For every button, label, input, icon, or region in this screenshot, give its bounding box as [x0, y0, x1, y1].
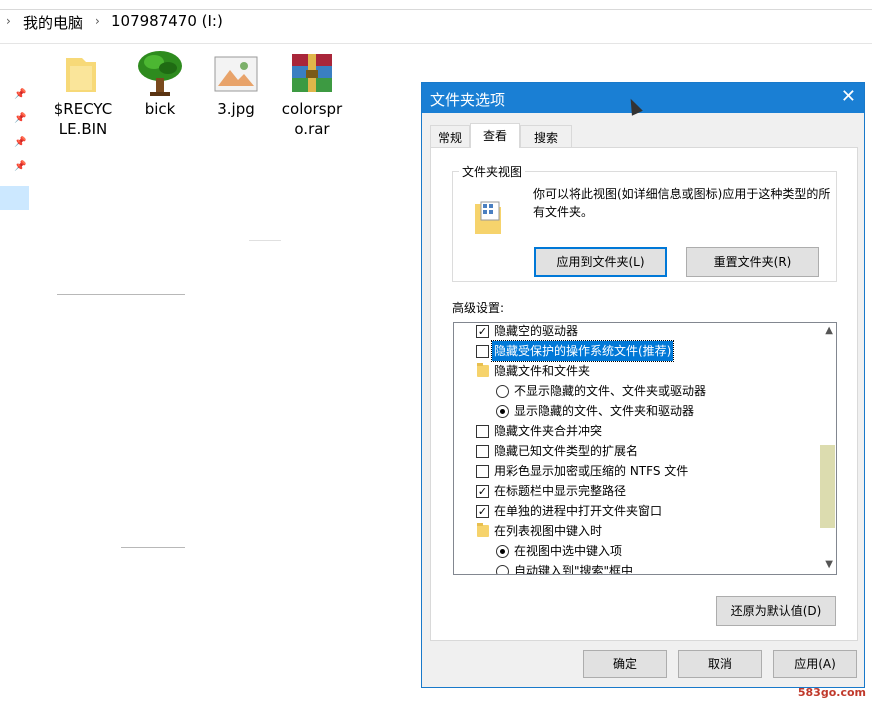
folder-options-dialog: 文件夹选项 ✕ 常规 查看 搜索 文件夹视图 你可以将此视图(如详细信息或图标)…: [421, 82, 865, 688]
list-item-label: 在视图中选中键入项: [514, 544, 623, 558]
checkbox-checked[interactable]: ✓: [476, 325, 489, 338]
list-item[interactable]: ✓ 在标题栏中显示完整路径: [454, 481, 820, 501]
folder-views-legend: 文件夹视图: [459, 163, 526, 180]
scrollbar[interactable]: ▲ ▼: [819, 323, 836, 574]
list-item-label: 隐藏空的驱动器: [494, 324, 579, 338]
nav-pane-selected-item[interactable]: [0, 186, 29, 210]
file-name: $RECYC LE.BIN: [53, 100, 113, 138]
separator-line: [57, 294, 185, 295]
breadcrumb-my-computer[interactable]: 我的电脑: [23, 12, 83, 33]
list-item-label: 用彩色显示加密或压缩的 NTFS 文件: [494, 464, 689, 478]
file-name: colorspr o.rar: [281, 100, 343, 138]
apply-button[interactable]: 应用(A): [773, 650, 857, 678]
file-name: bick: [144, 100, 176, 118]
radio-button[interactable]: [496, 565, 509, 574]
radio-button-selected[interactable]: [496, 545, 509, 558]
reset-folders-button[interactable]: 重置文件夹(R): [686, 247, 819, 277]
chevron-up-icon[interactable]: ▲: [825, 325, 833, 336]
breadcrumb-drive[interactable]: 107987470 (I:): [111, 12, 223, 30]
close-icon[interactable]: ✕: [841, 87, 856, 107]
tab-view[interactable]: 查看: [470, 123, 520, 148]
folder-views-group: 文件夹视图 你可以将此视图(如详细信息或图标)应用于这种类型的所有文件夹。 应用…: [452, 163, 837, 282]
checkbox-checked[interactable]: ✓: [476, 505, 489, 518]
separator-line: [121, 547, 185, 548]
list-item-label: 自动键入到"搜索"框中: [514, 564, 634, 575]
list-item[interactable]: 显示隐藏的文件、文件夹和驱动器: [454, 401, 820, 421]
tab-search[interactable]: 搜索: [520, 125, 572, 147]
window-top-edge: [0, 0, 872, 10]
pin-icon: 📌: [14, 161, 27, 172]
list-item-label: 隐藏已知文件类型的扩展名: [494, 444, 639, 458]
folder-views-description: 你可以将此视图(如详细信息或图标)应用于这种类型的所有文件夹。: [533, 187, 831, 219]
folder-view-icon: [475, 201, 501, 234]
list-item[interactable]: 自动键入到"搜索"框中: [454, 561, 820, 575]
address-bar[interactable]: › 我的电脑 › 107987470 (I:): [0, 0, 872, 44]
pin-icon: 📌: [14, 113, 27, 124]
list-item[interactable]: 隐藏受保护的操作系统文件(推荐): [454, 340, 820, 362]
list-item-label: 在标题栏中显示完整路径: [494, 484, 627, 498]
folder-icon: [66, 58, 96, 92]
folder-icon: [477, 363, 489, 377]
breadcrumb-chevron-icon: ›: [95, 14, 100, 28]
watermark: 583go.com: [797, 686, 866, 699]
dialog-titlebar[interactable]: 文件夹选项 ✕: [422, 83, 864, 113]
list-item[interactable]: ✓ 在单独的进程中打开文件夹窗口: [454, 501, 820, 521]
list-item-label: 隐藏文件和文件夹: [494, 364, 591, 378]
list-item[interactable]: 在视图中选中键入项: [454, 541, 820, 561]
tab-general[interactable]: 常规: [430, 125, 470, 147]
restore-defaults-button[interactable]: 还原为默认值(D): [716, 596, 836, 626]
file-name: 3.jpg: [217, 100, 255, 118]
dialog-title: 文件夹选项: [430, 91, 506, 109]
list-item-label: 不显示隐藏的文件、文件夹或驱动器: [514, 384, 707, 398]
checkbox[interactable]: [476, 425, 489, 438]
apply-to-folders-button[interactable]: 应用到文件夹(L): [534, 247, 667, 277]
pin-icon: 📌: [14, 89, 27, 100]
list-item-label: 隐藏文件夹合并冲突: [494, 424, 603, 438]
list-item[interactable]: ✓ 隐藏空的驱动器: [454, 323, 820, 341]
checkbox[interactable]: [476, 465, 489, 478]
list-item-label: 隐藏受保护的操作系统文件(推荐): [490, 340, 675, 362]
list-item-label: 显示隐藏的文件、文件夹和驱动器: [514, 404, 695, 418]
tree-image-icon: [138, 51, 182, 96]
checkbox-checked[interactable]: ✓: [476, 485, 489, 498]
chevron-down-icon[interactable]: ▼: [825, 559, 833, 570]
rar-archive-icon: [292, 54, 332, 92]
list-item[interactable]: 隐藏文件夹合并冲突: [454, 421, 820, 441]
list-item-label: 在列表视图中键入时: [494, 524, 603, 538]
image-file-icon: [214, 56, 258, 92]
radio-button[interactable]: [496, 385, 509, 398]
list-item-label: 在单独的进程中打开文件夹窗口: [494, 504, 663, 518]
scrollbar-thumb[interactable]: [820, 445, 835, 528]
list-item[interactable]: 不显示隐藏的文件、文件夹或驱动器: [454, 381, 820, 401]
advanced-settings-tree[interactable]: ✓ 隐藏空的驱动器 隐藏受保护的操作系统文件(推荐) 隐藏文件和文件夹 不显示隐…: [453, 322, 837, 575]
advanced-settings-label: 高级设置:: [452, 301, 505, 315]
list-item: 隐藏文件和文件夹: [454, 361, 820, 381]
folder-icon: [477, 523, 489, 537]
view-tab-panel: 文件夹视图 你可以将此视图(如详细信息或图标)应用于这种类型的所有文件夹。 应用…: [430, 147, 858, 641]
list-item[interactable]: 隐藏已知文件类型的扩展名: [454, 441, 820, 461]
pin-icon: 📌: [14, 137, 27, 148]
cancel-button[interactable]: 取消: [678, 650, 762, 678]
separator-line: [249, 240, 281, 241]
checkbox[interactable]: [476, 445, 489, 458]
checkbox[interactable]: [476, 345, 489, 358]
ok-button[interactable]: 确定: [583, 650, 667, 678]
radio-button-selected[interactable]: [496, 405, 509, 418]
list-item: 在列表视图中键入时: [454, 521, 820, 541]
breadcrumb-chevron-icon: ›: [6, 14, 11, 28]
list-item[interactable]: 用彩色显示加密或压缩的 NTFS 文件: [454, 461, 820, 481]
